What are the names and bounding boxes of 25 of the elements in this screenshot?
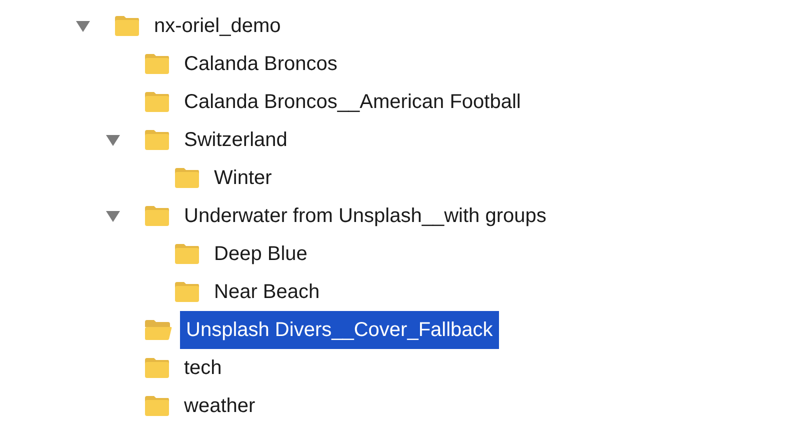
folder-icon: [144, 129, 170, 151]
folder-icon: [174, 167, 200, 189]
folder-item[interactable]: Underwater from Unsplash__with groups: [178, 197, 552, 235]
folder-icon: [174, 281, 200, 303]
folder-icon: [174, 243, 200, 265]
folder-item[interactable]: Unsplash Divers__Cover_Fallback: [180, 311, 499, 349]
folder-item[interactable]: Switzerland: [178, 121, 294, 159]
folder-icon: [114, 15, 140, 37]
folder-item[interactable]: Calanda Broncos__American Football: [178, 83, 527, 121]
folder-icon: [144, 91, 170, 113]
folder-item[interactable]: Near Beach: [208, 273, 326, 311]
open-folder-icon: [144, 319, 172, 341]
folder-icon: [144, 205, 170, 227]
folder-item[interactable]: Calanda Broncos: [178, 45, 344, 83]
folder-item[interactable]: tech: [178, 349, 228, 387]
collapse-triangle-icon[interactable]: [105, 134, 121, 146]
folder-item[interactable]: weather: [178, 387, 262, 425]
collapse-triangle-icon[interactable]: [75, 20, 91, 32]
folder-item[interactable]: nx-oriel_demo: [148, 7, 287, 45]
folder-icon: [144, 53, 170, 75]
folder-item[interactable]: Winter: [208, 159, 278, 197]
folder-icon: [144, 395, 170, 417]
collapse-triangle-icon[interactable]: [105, 210, 121, 222]
folder-item[interactable]: Deep Blue: [208, 235, 314, 273]
folder-icon: [144, 357, 170, 379]
